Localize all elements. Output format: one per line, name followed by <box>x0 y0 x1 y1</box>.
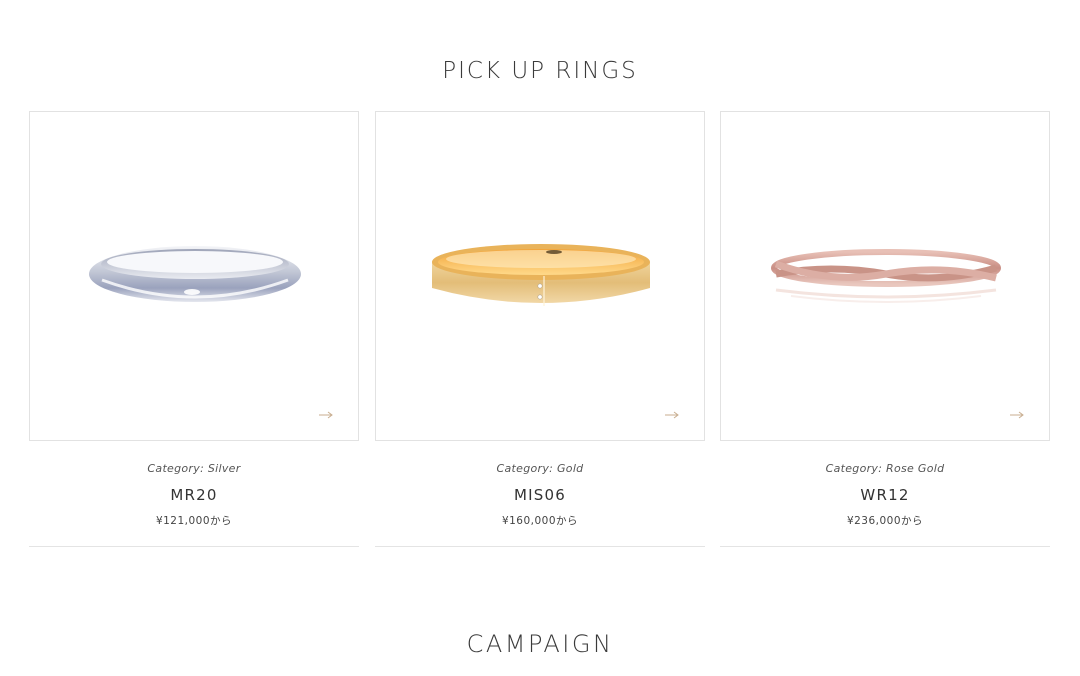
arrow-right-icon[interactable] <box>664 410 680 420</box>
ring-model-name[interactable]: MIS06 <box>375 486 705 504</box>
ring-image-frame[interactable] <box>375 111 705 441</box>
ring-info: Category: Rose Gold WR12 ¥236,000から <box>720 441 1050 528</box>
ring-category: Category: Silver <box>147 462 241 475</box>
ring-price: ¥121,000から <box>155 515 233 527</box>
ring-card-wr12[interactable]: Category: Rose Gold WR12 ¥236,000から <box>720 111 1050 549</box>
ring-info: Category: Silver MR20 ¥121,000から <box>29 441 359 528</box>
ring-category: Category: Rose Gold <box>825 462 945 475</box>
ring-info: Category: Gold MIS06 ¥160,000から <box>375 441 705 528</box>
ring-model-name[interactable]: MR20 <box>29 486 359 504</box>
card-divider <box>29 546 359 547</box>
rose-gold-ring-image <box>771 249 1001 303</box>
section-title-pickup-rings: PICK UP RINGS <box>442 58 638 84</box>
card-divider <box>720 546 1050 547</box>
arrow-right-icon[interactable] <box>318 410 334 420</box>
ring-card-mr20[interactable]: Category: Silver MR20 ¥121,000から <box>29 111 359 549</box>
section-title-campaign: CAMPAIGN <box>466 630 614 658</box>
arrow-right-icon[interactable] <box>1009 410 1025 420</box>
ring-category: Category: Gold <box>496 462 584 475</box>
card-divider <box>375 546 705 547</box>
ring-image-frame[interactable] <box>29 111 359 441</box>
ring-card-mis06[interactable]: Category: Gold MIS06 ¥160,000から <box>375 111 705 549</box>
ring-model-name[interactable]: WR12 <box>720 486 1050 504</box>
ring-price: ¥160,000から <box>501 515 579 527</box>
gold-ring-image <box>432 244 650 306</box>
ring-image-frame[interactable] <box>720 111 1050 441</box>
ring-price: ¥236,000から <box>846 515 924 527</box>
silver-ring-image <box>89 246 301 302</box>
